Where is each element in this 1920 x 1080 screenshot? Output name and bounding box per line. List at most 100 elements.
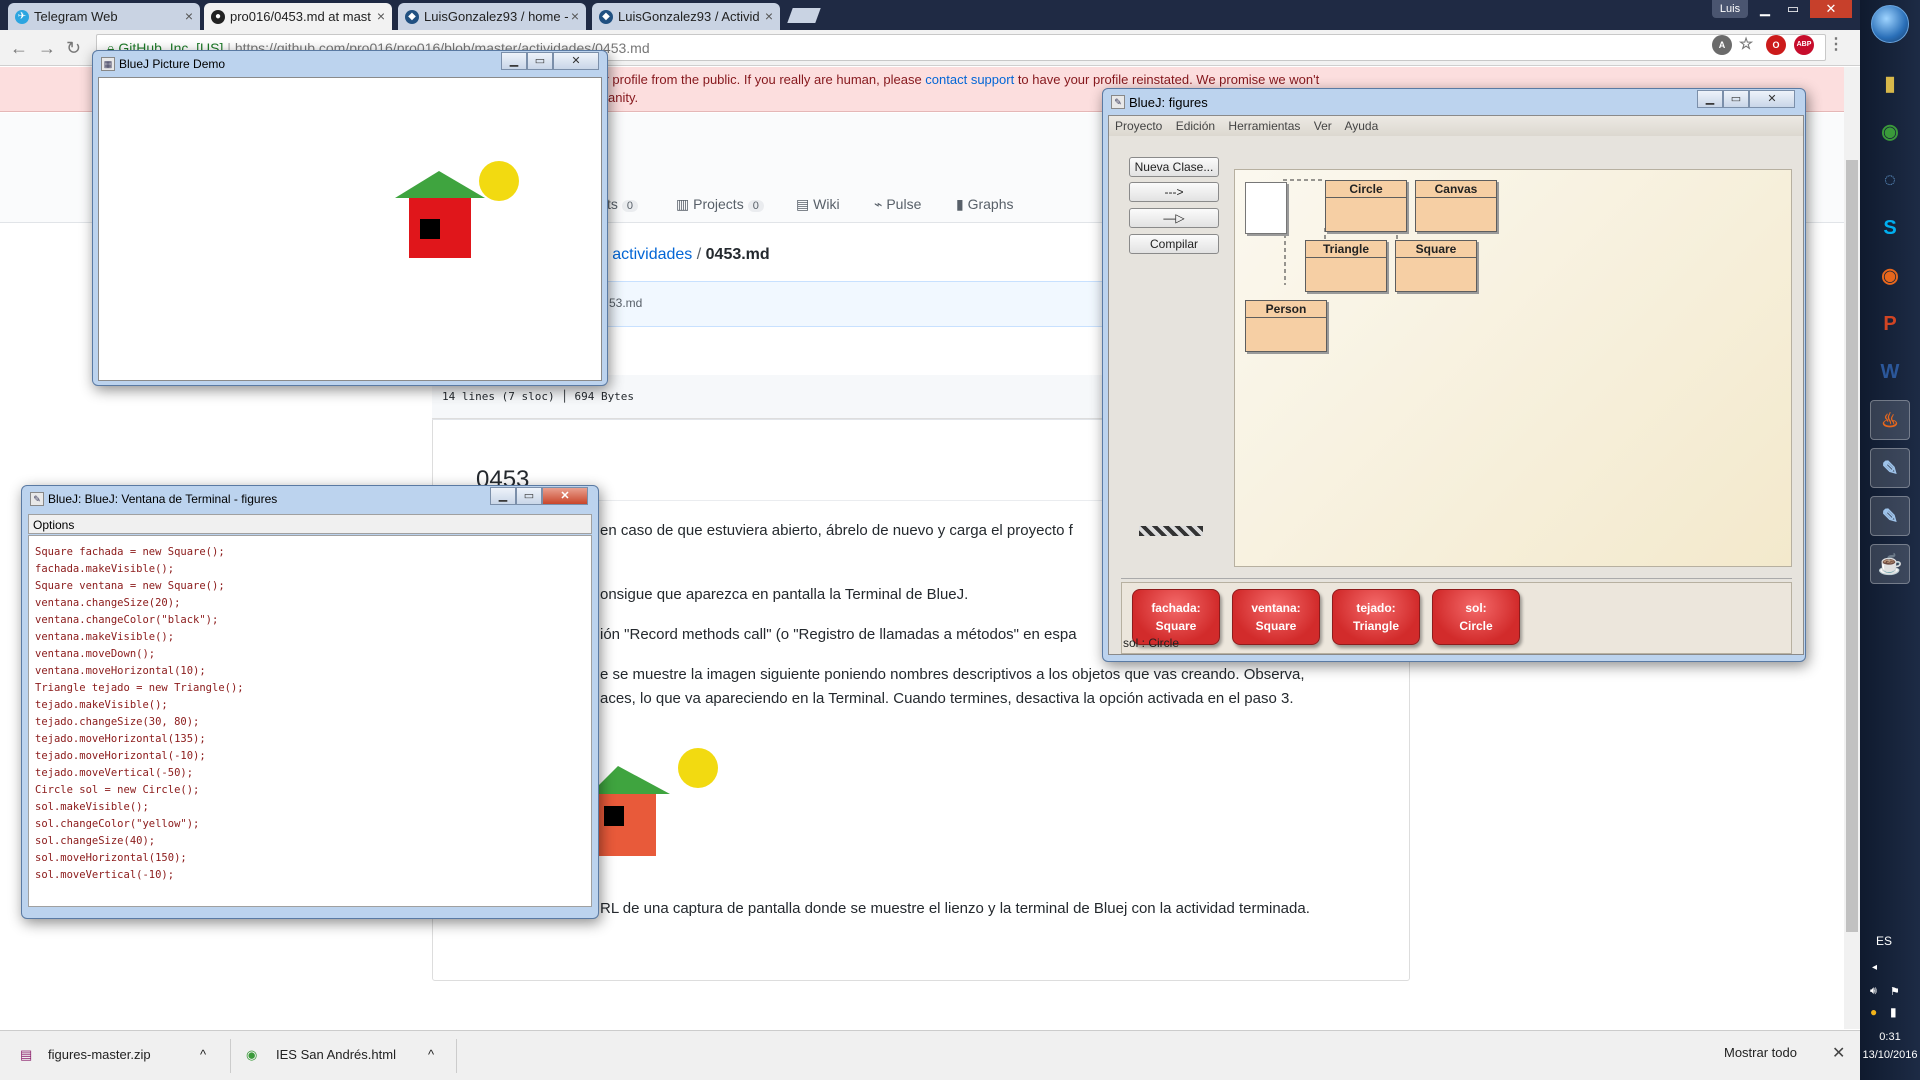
close-icon[interactable]: × — [765, 8, 773, 24]
markdown-line: onsigue que aparezca en pantalla la Term… — [600, 586, 969, 603]
bluej-icon[interactable]: ✎ — [1870, 448, 1910, 488]
chevron-up-icon[interactable]: ^ — [200, 1047, 206, 1062]
commit-text[interactable]: 53.md — [609, 296, 642, 310]
close-icon[interactable]: ✕ — [553, 52, 599, 70]
translate-icon[interactable]: A — [1712, 35, 1732, 55]
back-icon[interactable]: ← — [10, 38, 28, 59]
archive-icon: ▤ — [20, 1047, 33, 1062]
close-icon[interactable]: ✕ — [1832, 1043, 1845, 1063]
show-all-button[interactable]: Mostrar todo — [1724, 1045, 1797, 1060]
terminal-line: tejado.changeSize(30, 80); — [35, 716, 200, 728]
options-menu[interactable]: Options — [28, 514, 592, 534]
terminal-line: Triangle tejado = new Triangle(); — [35, 682, 244, 694]
clock-time[interactable]: 0:31 — [1860, 1031, 1920, 1043]
download-item[interactable]: IES San Andrés.html — [276, 1047, 396, 1062]
class-person[interactable]: Person — [1245, 300, 1327, 352]
flag-icon[interactable]: ⚑ — [1890, 985, 1900, 998]
close-icon[interactable]: × — [571, 8, 579, 24]
maximize-icon[interactable]: ▭ — [527, 52, 553, 70]
maximize-icon[interactable]: ▭ — [1780, 0, 1806, 18]
breadcrumb-folder[interactable]: actividades — [612, 246, 692, 263]
object-bench: fachada: Square ventana: Square tejado: Tri… — [1121, 582, 1792, 654]
minimize-icon[interactable]: ▁ — [1697, 90, 1723, 108]
adblock-icon[interactable]: ABP — [1794, 35, 1814, 55]
star-icon[interactable]: ☆ — [1736, 35, 1756, 55]
inheritance-arrow-button[interactable]: —▷ — [1129, 208, 1219, 228]
readme-document-icon[interactable] — [1245, 182, 1287, 234]
powerpoint-icon[interactable]: P — [1870, 304, 1910, 344]
steam-icon[interactable]: ◌ — [1870, 160, 1910, 200]
volume-icon[interactable]: 🔊︎ — [1870, 985, 1877, 998]
menu-ver[interactable]: Ver — [1314, 119, 1332, 133]
minimize-icon[interactable]: ▁ — [501, 52, 527, 70]
close-icon[interactable]: ✕ — [1749, 90, 1795, 108]
network-icon[interactable]: ▮ — [1890, 1005, 1897, 1019]
terminal-line: ventana.changeColor("black"); — [35, 614, 219, 626]
reload-icon[interactable]: ↻ — [66, 38, 81, 59]
new-tab-button[interactable] — [787, 8, 821, 23]
nav-pulse[interactable]: ⌁ Pulse — [874, 196, 921, 213]
book-icon: ▤ — [796, 196, 814, 212]
class-canvas[interactable]: Canvas — [1415, 180, 1497, 232]
object-sol[interactable]: sol: Circle — [1432, 589, 1520, 645]
tab-telegram[interactable]: ✈ Telegram Web × — [8, 3, 200, 30]
object-tejado[interactable]: tejado: Triangle — [1332, 589, 1420, 645]
markdown-line: ión "Record methods call" (o "Registro d… — [600, 626, 1077, 643]
clock-date[interactable]: 13/10/2016 — [1860, 1049, 1920, 1061]
bitbucket-icon: ◆ — [599, 10, 613, 24]
bluej-icon[interactable]: ✎ — [1870, 496, 1910, 536]
start-button[interactable] — [1871, 5, 1909, 43]
nav-graphs[interactable]: ▮ Graphs — [956, 196, 1014, 213]
flame-icon[interactable]: ♨ — [1870, 400, 1910, 440]
opera-icon[interactable]: O — [1766, 35, 1786, 55]
skype-icon[interactable]: S — [1870, 208, 1910, 248]
counter: 0 — [621, 200, 639, 212]
class-diagram[interactable]: Circle Canvas Triangle Square Person — [1234, 169, 1792, 567]
maximize-icon[interactable]: ▭ — [1723, 90, 1749, 108]
download-item[interactable]: figures-master.zip — [48, 1047, 151, 1062]
tab-bitbucket-actividades[interactable]: ◆ LuisGonzalez93 / Activid × — [592, 3, 780, 30]
chevron-up-icon[interactable]: ^ — [428, 1047, 434, 1062]
uses-arrow-button[interactable]: ---> — [1129, 182, 1219, 202]
class-circle[interactable]: Circle — [1325, 180, 1407, 232]
compile-button[interactable]: Compilar — [1129, 234, 1219, 254]
class-triangle[interactable]: Triangle — [1305, 240, 1387, 292]
object-ventana[interactable]: ventana: Square — [1232, 589, 1320, 645]
word-icon[interactable]: W — [1870, 352, 1910, 392]
bluej-icon: ✎ — [1111, 95, 1125, 109]
nav-label: Pulse — [886, 196, 922, 212]
nav-projects[interactable]: ▥ Projects 0 — [676, 196, 764, 213]
contact-support-link[interactable]: contact support — [925, 72, 1014, 87]
java-icon[interactable]: ☕ — [1870, 544, 1910, 584]
scrollbar-thumb[interactable] — [1846, 160, 1858, 932]
menu-ayuda[interactable]: Ayuda — [1344, 119, 1378, 133]
tab-bitbucket-home[interactable]: ◆ LuisGonzalez93 / home - × — [398, 3, 586, 30]
close-icon[interactable]: × — [377, 8, 385, 24]
menu-edicion[interactable]: Edición — [1176, 119, 1215, 133]
forward-icon[interactable]: → — [38, 38, 56, 59]
close-icon[interactable]: ✕ — [542, 487, 588, 505]
new-class-button[interactable]: Nueva Clase... — [1129, 157, 1219, 177]
nav-wiki[interactable]: ▤ Wiki — [796, 196, 840, 213]
minimize-icon[interactable]: ▁ — [1752, 0, 1778, 18]
nav-label: Graphs — [967, 196, 1014, 212]
minimize-icon[interactable]: ▁ — [490, 487, 516, 505]
picture-demo-window: ▦ BlueJ Picture Demo ▁ ▭ ✕ — [92, 50, 608, 386]
tab-label: LuisGonzalez93 / home - — [424, 9, 569, 24]
tab-github[interactable]: ● pro016/0453.md at mast × — [204, 3, 392, 30]
menu-herramientas[interactable]: Herramientas — [1228, 119, 1300, 133]
profile-button[interactable]: Luis — [1712, 0, 1748, 18]
maximize-icon[interactable]: ▭ — [516, 487, 542, 505]
language-indicator[interactable]: ES — [1876, 934, 1892, 948]
close-icon[interactable]: × — [185, 8, 193, 24]
class-square[interactable]: Square — [1395, 240, 1477, 292]
menu-proyecto[interactable]: Proyecto — [1115, 119, 1162, 133]
menu-icon[interactable]: ⋮ — [1826, 35, 1846, 55]
close-icon[interactable]: ✕ — [1810, 0, 1852, 18]
firefox-icon[interactable]: ◉ — [1870, 256, 1910, 296]
chrome-icon[interactable]: ◉ — [1870, 112, 1910, 152]
explorer-icon[interactable]: ▮ — [1870, 64, 1910, 104]
update-icon[interactable]: ● — [1870, 1005, 1877, 1019]
terminal-output[interactable]: Square fachada = new Square(); fachada.m… — [28, 535, 592, 907]
tray-expand-icon[interactable]: ◂ — [1872, 962, 1877, 973]
